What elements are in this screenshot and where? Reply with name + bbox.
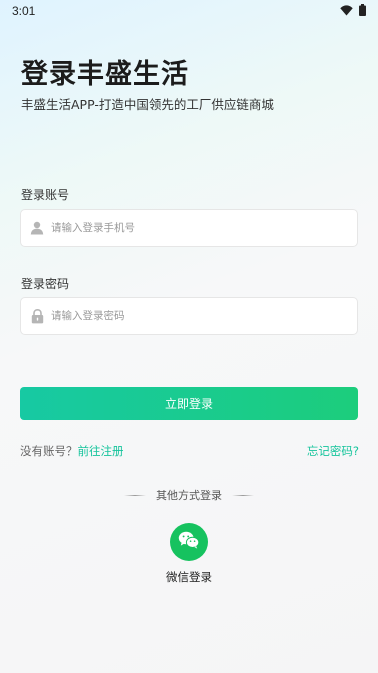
status-icons — [340, 4, 366, 16]
other-login-title: 其他方式登录 — [156, 489, 222, 502]
password-input[interactable] — [51, 310, 357, 322]
register-row: 没有账号？前往注册 — [20, 443, 124, 459]
wechat-login-button[interactable] — [170, 523, 208, 561]
password-label: 登录密码 — [21, 277, 70, 291]
battery-icon — [359, 4, 366, 16]
password-field[interactable] — [20, 297, 358, 335]
page-title: 登录丰盛生活 — [21, 59, 189, 90]
page-subtitle: 丰盛生活APP-打造中国领先的工厂供应链商城 — [21, 97, 274, 112]
other-login-divider: 其他方式登录 — [0, 487, 378, 503]
register-prompt: 没有账号？ — [20, 444, 78, 458]
account-label: 登录账号 — [21, 188, 70, 202]
divider-line-left — [124, 494, 146, 496]
forgot-password-link[interactable]: 忘记密码? — [307, 443, 359, 459]
account-field[interactable] — [20, 209, 358, 247]
account-input[interactable] — [51, 222, 357, 234]
status-time: 3:01 — [12, 4, 36, 18]
lock-icon — [29, 308, 45, 324]
user-icon — [29, 220, 45, 236]
wechat-login-label[interactable]: 微信登录 — [0, 569, 378, 585]
wifi-icon — [340, 4, 353, 16]
status-bar: 3:01 — [0, 0, 378, 22]
divider-line-right — [232, 494, 254, 496]
register-link[interactable]: 前往注册 — [78, 444, 124, 458]
wechat-icon — [178, 531, 200, 553]
login-button[interactable]: 立即登录 — [20, 387, 358, 420]
